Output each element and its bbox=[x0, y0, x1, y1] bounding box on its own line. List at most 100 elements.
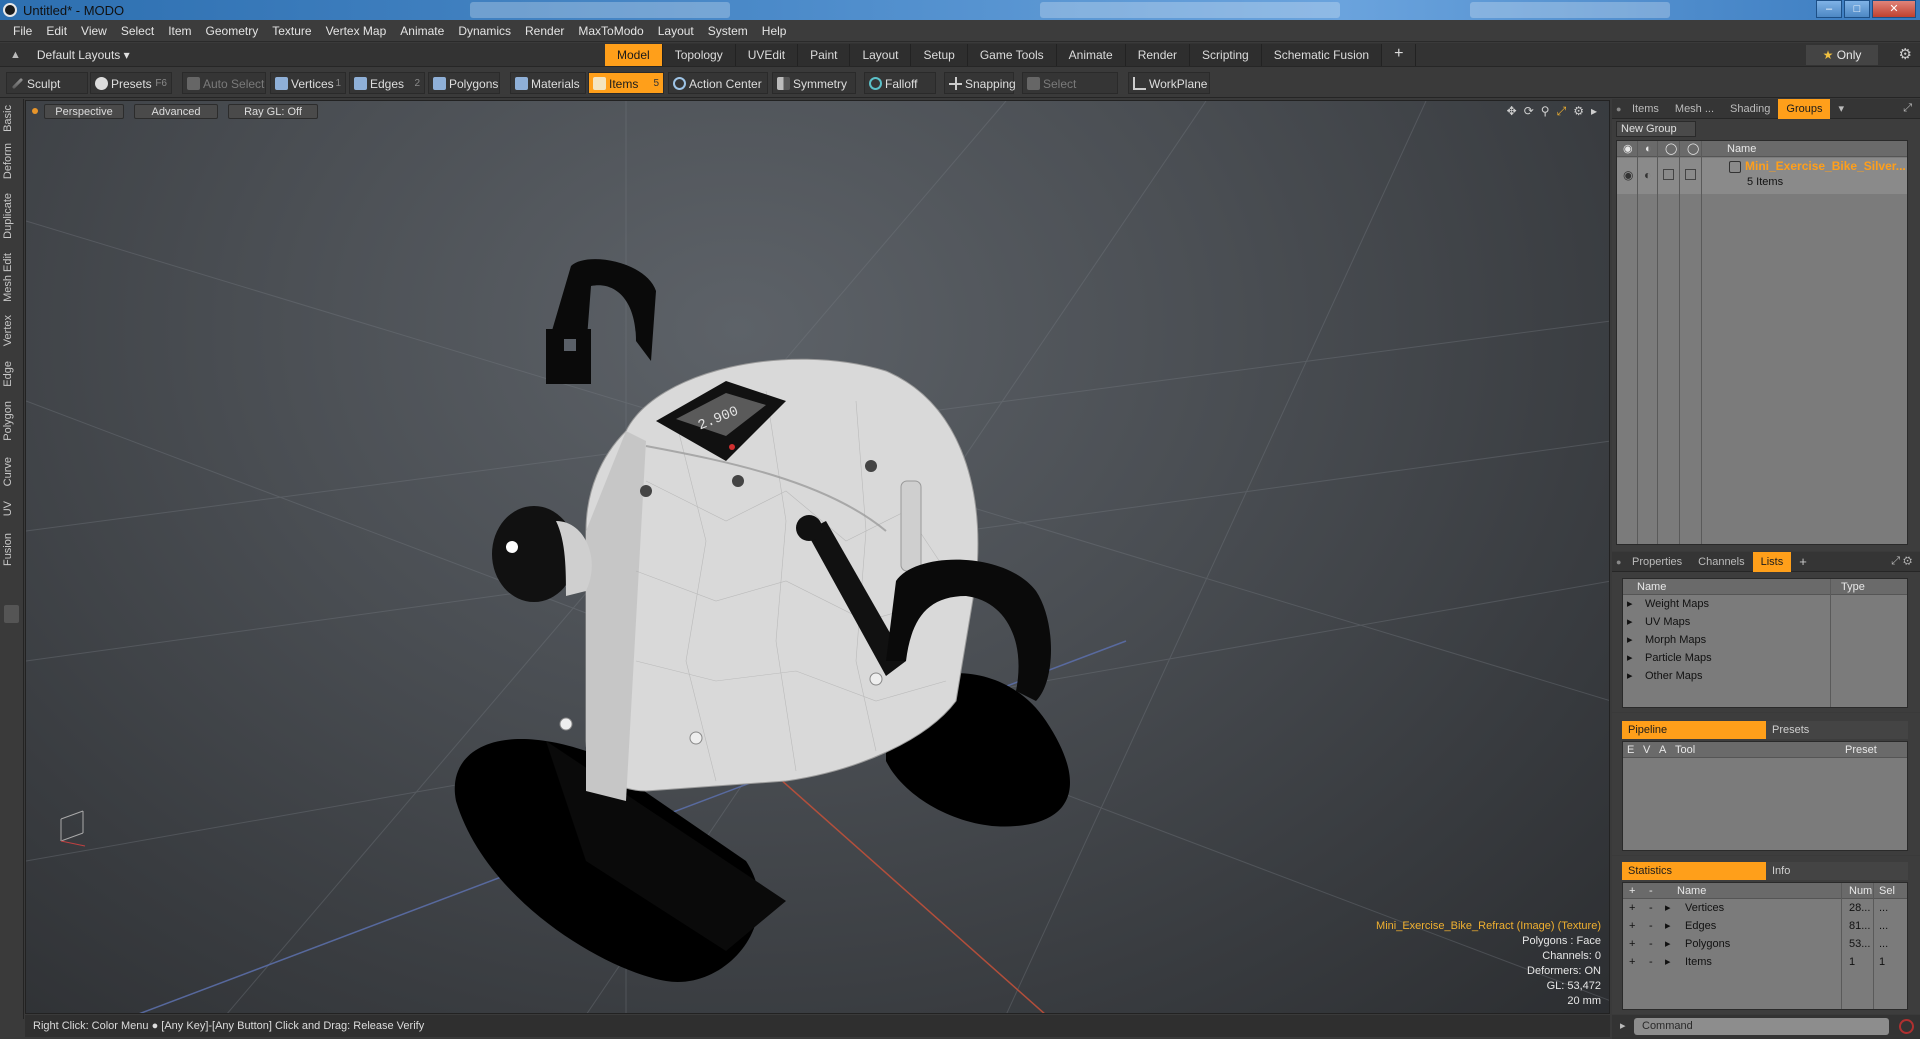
add-selection-button[interactable]: + bbox=[1629, 899, 1635, 917]
tab-lists[interactable]: Lists bbox=[1752, 551, 1792, 572]
menu-edit[interactable]: Edit bbox=[46, 24, 67, 38]
add-selection-button[interactable]: + bbox=[1629, 935, 1635, 953]
tab-scripting[interactable]: Scripting bbox=[1190, 44, 1262, 66]
presets-button[interactable]: Presets F6 bbox=[90, 72, 172, 94]
list-item[interactable]: ▸ Weight Maps bbox=[1623, 595, 1907, 613]
tab-uvedit[interactable]: UVEdit bbox=[735, 44, 799, 66]
symmetry-button[interactable]: Symmetry bbox=[772, 72, 856, 94]
new-group-button[interactable]: New Group bbox=[1616, 121, 1696, 137]
expand-arrow-icon[interactable]: ▸ bbox=[1627, 631, 1633, 649]
polygons-button[interactable]: Polygons bbox=[428, 72, 500, 94]
left-tab-duplicate[interactable]: Duplicate bbox=[2, 193, 22, 239]
tab-layout[interactable]: Layout bbox=[850, 44, 912, 66]
stats-row[interactable]: + - ▸ Items 1 1 bbox=[1623, 953, 1907, 971]
menu-dynamics[interactable]: Dynamics bbox=[458, 24, 511, 38]
expand-arrow-icon[interactable]: ▸ bbox=[1665, 935, 1671, 953]
layout-collapse-icon[interactable]: ▲ bbox=[10, 49, 21, 61]
close-button[interactable]: ✕ bbox=[1872, 0, 1916, 18]
tab-presets[interactable]: Presets bbox=[1766, 721, 1908, 739]
add-selection-button[interactable]: + bbox=[1629, 953, 1635, 971]
strip-toggle-button[interactable] bbox=[4, 605, 19, 623]
left-tab-curve[interactable]: Curve bbox=[2, 457, 22, 486]
viewport-expand-icon[interactable]: ▸ bbox=[1591, 104, 1597, 119]
group-select-checkbox[interactable] bbox=[1685, 169, 1696, 180]
tab-animate[interactable]: Animate bbox=[1056, 44, 1126, 66]
tab-properties[interactable]: Properties bbox=[1624, 552, 1690, 572]
list-item[interactable]: ▸ Particle Maps bbox=[1623, 649, 1907, 667]
rotate-view-icon[interactable]: ⟳ bbox=[1524, 104, 1534, 119]
action-center-button[interactable]: Action Center bbox=[668, 72, 768, 94]
expand-arrow-icon[interactable]: ▸ bbox=[1627, 667, 1633, 685]
expand-arrow-icon[interactable]: ▸ bbox=[1665, 953, 1671, 971]
items-button[interactable]: Items 5 bbox=[588, 72, 664, 94]
menu-item[interactable]: Item bbox=[168, 24, 191, 38]
add-tab-button[interactable]: + bbox=[1382, 44, 1417, 66]
auto-select-button[interactable]: Auto Select bbox=[182, 72, 266, 94]
select-through-button[interactable]: Select Through bbox=[1022, 72, 1118, 113]
panel-expand-icon[interactable]: ⤢ bbox=[1903, 102, 1912, 115]
menu-texture[interactable]: Texture bbox=[272, 24, 311, 38]
menu-layout[interactable]: Layout bbox=[658, 24, 694, 38]
shading-dropdown[interactable]: Advanced bbox=[134, 103, 218, 119]
menu-render[interactable]: Render bbox=[525, 24, 564, 38]
materials-button[interactable]: Materials bbox=[510, 72, 586, 94]
group-row[interactable]: ◉ ◐ Mini_Exercise_Bike_Silver... 5 Items bbox=[1617, 158, 1907, 194]
minimize-button[interactable]: – bbox=[1816, 0, 1842, 18]
expand-arrow-icon[interactable]: ▸ bbox=[1665, 899, 1671, 917]
tab-paint[interactable]: Paint bbox=[798, 44, 851, 66]
tab-statistics[interactable]: Statistics bbox=[1622, 862, 1766, 880]
only-button[interactable]: ★ Only bbox=[1806, 45, 1878, 65]
left-tab-deform[interactable]: Deform bbox=[2, 143, 22, 179]
tab-render[interactable]: Render bbox=[1125, 44, 1191, 66]
left-tab-vertex[interactable]: Vertex bbox=[2, 315, 22, 346]
menu-select[interactable]: Select bbox=[121, 24, 154, 38]
workplane-button[interactable]: WorkPlane bbox=[1128, 72, 1210, 94]
tab-groups[interactable]: Groups bbox=[1778, 98, 1831, 119]
raygl-dropdown[interactable]: Ray GL: Off bbox=[228, 103, 318, 119]
command-stop-icon[interactable] bbox=[1899, 1019, 1914, 1034]
tab-channels[interactable]: Channels bbox=[1690, 552, 1752, 572]
left-tab-polygon[interactable]: Polygon bbox=[2, 401, 22, 441]
zoom-view-icon[interactable]: ⚲ bbox=[1541, 104, 1550, 119]
maximize-button[interactable]: □ bbox=[1844, 0, 1870, 18]
menu-help[interactable]: Help bbox=[762, 24, 787, 38]
tab-topology[interactable]: Topology bbox=[662, 44, 736, 66]
expand-arrow-icon[interactable]: ▸ bbox=[1627, 595, 1633, 613]
tab-model[interactable]: Model bbox=[605, 44, 663, 66]
add-panel-tab-button[interactable]: + bbox=[1791, 552, 1815, 572]
menu-vertex-map[interactable]: Vertex Map bbox=[326, 24, 387, 38]
tab-shading[interactable]: Shading bbox=[1722, 99, 1778, 119]
expand-arrow-icon[interactable]: ▸ bbox=[1665, 917, 1671, 935]
left-tab-uv[interactable]: UV bbox=[2, 501, 22, 516]
tab-game-tools[interactable]: Game Tools bbox=[967, 44, 1057, 66]
viewport-settings-icon[interactable]: ⚙ bbox=[1573, 104, 1584, 119]
group-lock-checkbox[interactable] bbox=[1663, 169, 1674, 180]
collapse-all-button[interactable]: - bbox=[1649, 883, 1653, 899]
list-item[interactable]: ▸ UV Maps bbox=[1623, 613, 1907, 631]
sculpt-button[interactable]: Sculpt bbox=[6, 72, 88, 94]
tab-info[interactable]: Info bbox=[1766, 862, 1908, 880]
menu-maxtomodo[interactable]: MaxToModo bbox=[578, 24, 643, 38]
remove-selection-button[interactable]: - bbox=[1649, 899, 1653, 917]
left-tab-edge[interactable]: Edge bbox=[2, 361, 22, 387]
left-tab-mesh-edit[interactable]: Mesh Edit bbox=[2, 253, 22, 302]
vertices-button[interactable]: Vertices 1 bbox=[270, 72, 346, 94]
panel-settings-icon[interactable]: ⤢ ⚙ bbox=[1891, 555, 1912, 568]
viewport-menu-dot[interactable] bbox=[32, 108, 38, 114]
layout-select-dropdown[interactable]: Default Layouts ▾ bbox=[37, 48, 130, 62]
menu-geometry[interactable]: Geometry bbox=[206, 24, 259, 38]
fit-view-icon[interactable]: ⤢ bbox=[1557, 104, 1567, 119]
view-mode-dropdown[interactable]: Perspective bbox=[44, 103, 124, 119]
tab-setup[interactable]: Setup bbox=[911, 44, 968, 66]
expand-arrow-icon[interactable]: ▸ bbox=[1627, 613, 1633, 631]
command-input[interactable]: Command bbox=[1634, 1018, 1889, 1035]
menu-view[interactable]: View bbox=[81, 24, 107, 38]
stats-row[interactable]: + - ▸ Polygons 53... ... bbox=[1623, 935, 1907, 953]
list-item[interactable]: ▸ Morph Maps bbox=[1623, 631, 1907, 649]
list-item[interactable]: ▸ Other Maps bbox=[1623, 667, 1907, 685]
menu-file[interactable]: File bbox=[13, 24, 32, 38]
snapping-button[interactable]: Snapping bbox=[944, 72, 1016, 94]
remove-selection-button[interactable]: - bbox=[1649, 917, 1653, 935]
tabs-dropdown-icon[interactable]: ▾ bbox=[1830, 99, 1852, 119]
stats-row[interactable]: + - ▸ Edges 81... ... bbox=[1623, 917, 1907, 935]
